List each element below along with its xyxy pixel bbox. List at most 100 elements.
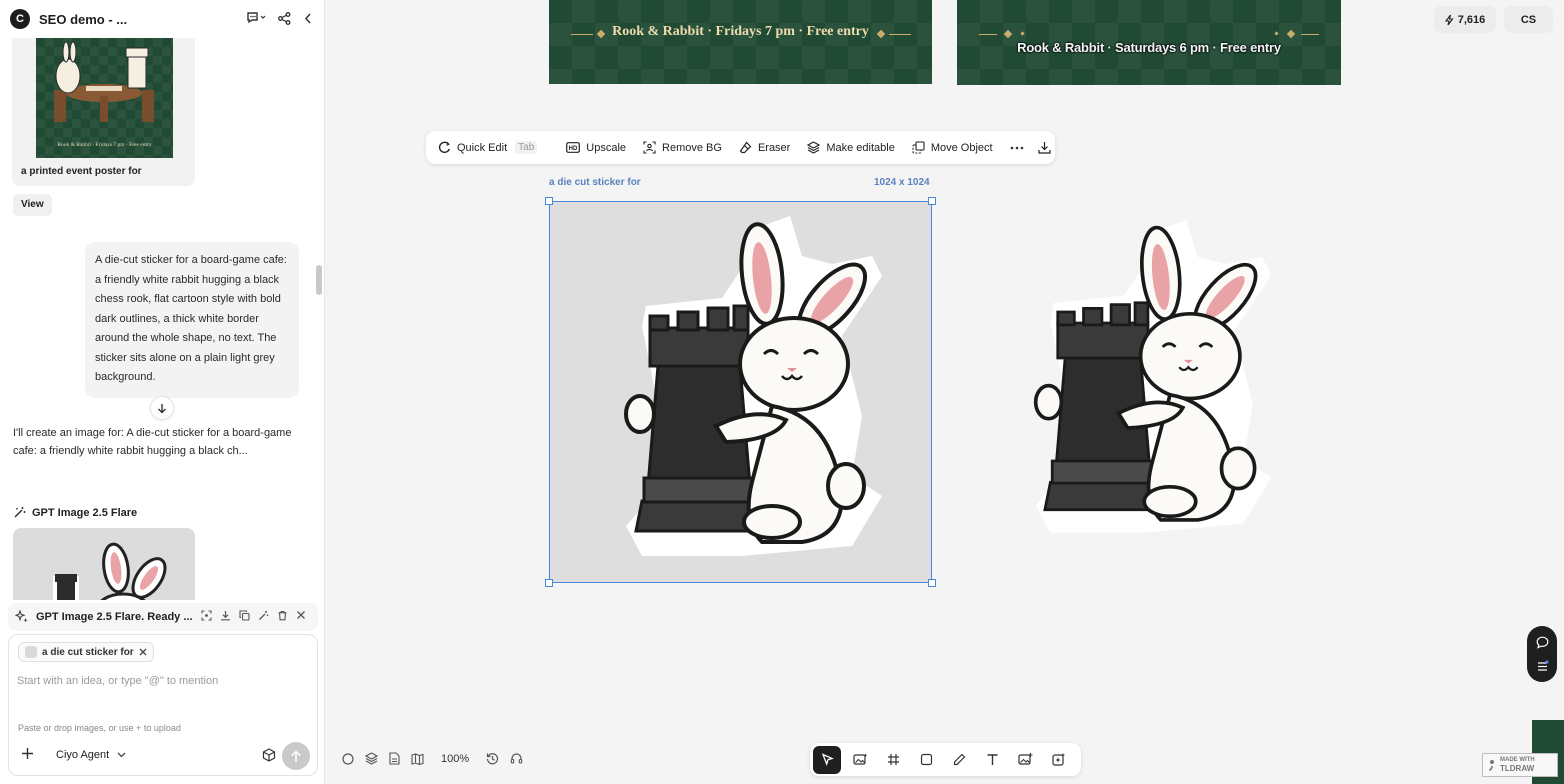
circle-icon[interactable] — [342, 752, 354, 765]
selected-sticker-image[interactable] — [545, 197, 936, 587]
design-canvas[interactable]: Rook & Rabbit · Fridays 7 pm · Free entr… — [326, 0, 1564, 784]
sparkles-icon — [15, 610, 28, 623]
poster-image-fridays[interactable]: Rook & Rabbit · Fridays 7 pm · Free entr… — [549, 0, 932, 84]
move-object-button[interactable]: Move Object — [912, 141, 993, 154]
image-add-icon — [1017, 753, 1032, 765]
layers-icon[interactable] — [365, 752, 378, 765]
prompt-composer: a die cut sticker for Paste or drop imag… — [8, 634, 318, 776]
user-avatar[interactable]: CS — [1504, 6, 1553, 33]
poster-caption: a printed event poster for — [21, 166, 142, 177]
image-generate-tool[interactable] — [846, 746, 874, 774]
download-icon[interactable] — [220, 610, 231, 621]
eraser-label: Eraser — [757, 141, 791, 154]
arrow-up-icon — [291, 749, 301, 762]
svg-text:HD: HD — [569, 146, 578, 152]
resize-handle-top-right[interactable] — [928, 197, 936, 205]
cutout-sticker-image[interactable] — [1026, 216, 1296, 566]
headset-icon[interactable] — [510, 752, 523, 765]
poster-image-saturdays[interactable]: Rook & Rabbit · Saturdays 6 pm · Free en… — [957, 0, 1341, 85]
copy-icon[interactable] — [239, 610, 250, 621]
close-icon[interactable] — [296, 610, 306, 620]
badge-line-2: TLDRAW — [1500, 764, 1535, 773]
magic-edit-icon[interactable] — [258, 610, 269, 621]
credits-badge[interactable]: 7,616 — [1434, 6, 1496, 33]
agent-selector[interactable]: Ciyo Agent — [56, 749, 126, 761]
sticker-result-thumbnail[interactable] — [13, 528, 195, 600]
model-cube-icon[interactable] — [262, 748, 276, 765]
text-tool[interactable] — [978, 746, 1006, 774]
view-button[interactable]: View — [13, 194, 52, 216]
focus-icon[interactable] — [201, 610, 212, 621]
sparkle-box-icon — [1051, 753, 1064, 766]
status-actions — [201, 610, 306, 621]
add-attachment-button[interactable] — [21, 747, 34, 764]
badge-line-1: MADE WITH — [1500, 757, 1535, 763]
prompt-input[interactable] — [17, 672, 307, 690]
poster-thumbnail[interactable]: Rook & Rabbit · Fridays 7 pm · Free entr… — [36, 38, 173, 158]
arrow-down-icon — [158, 403, 166, 413]
credits-count: 7,616 — [1457, 13, 1486, 26]
agent-label: Ciyo Agent — [56, 749, 110, 761]
resize-handle-bottom-left[interactable] — [545, 579, 553, 587]
status-text: GPT Image 2.5 Flare. Ready ... — [36, 611, 193, 623]
make-editable-button[interactable]: Make editable — [807, 141, 895, 154]
made-with-tldraw-badge[interactable]: MADE WITH TLDRAW — [1482, 753, 1558, 777]
hash-frame-icon — [887, 754, 899, 765]
make-editable-label: Make editable — [826, 141, 895, 154]
chat-history-icon[interactable] — [246, 11, 266, 25]
canvas-footer-controls: 100% — [342, 752, 523, 765]
header-actions — [246, 11, 313, 25]
chip-close-icon[interactable] — [139, 648, 147, 656]
project-title[interactable]: SEO demo - ... — [39, 12, 127, 27]
app-logo[interactable]: C — [10, 9, 30, 29]
drawing-toolbar — [810, 743, 1081, 776]
chat-bubble-icon[interactable] — [1536, 636, 1549, 649]
user-message: A die-cut sticker for a board-game cafe:… — [85, 242, 299, 398]
magic-insert-tool[interactable] — [1044, 746, 1072, 774]
layers-icon — [807, 141, 821, 154]
chat-scroll-area[interactable]: Rook & Rabbit · Fridays 7 pm · Free entr… — [0, 38, 312, 600]
rectangle-tool[interactable] — [912, 746, 940, 774]
hd-icon: HD — [566, 142, 581, 153]
mention-chip[interactable]: a die cut sticker for — [18, 642, 154, 662]
scroll-down-button[interactable] — [150, 396, 174, 420]
quick-edit-button[interactable]: Quick Edit Tab — [438, 141, 538, 154]
quick-edit-icon — [438, 141, 450, 153]
upscale-label: Upscale — [586, 141, 627, 154]
selection-caption: a die cut sticker for — [549, 177, 641, 188]
pencil-icon — [953, 753, 965, 766]
list-icon[interactable] — [1536, 660, 1549, 673]
more-options-button[interactable] — [1010, 146, 1024, 150]
chip-thumbnail — [25, 646, 37, 658]
plus-icon — [22, 748, 33, 759]
sidebar-header: C SEO demo - ... — [0, 0, 325, 38]
poster-thumbnail-text: Rook & Rabbit · Fridays 7 pm · Free entr… — [57, 142, 152, 148]
quick-edit-shortcut: Tab — [515, 141, 538, 154]
image-upload-tool[interactable] — [1011, 746, 1039, 774]
select-tool[interactable] — [813, 745, 841, 774]
magic-wand-icon — [14, 507, 26, 518]
page-icon[interactable] — [389, 752, 400, 765]
resize-handle-bottom-right[interactable] — [928, 579, 936, 587]
model-label: GPT Image 2.5 Flare — [13, 506, 137, 519]
history-icon[interactable] — [486, 752, 499, 765]
remove-bg-button[interactable]: Remove BG — [643, 141, 722, 154]
side-panel-toggle[interactable] — [1527, 626, 1557, 682]
map-icon[interactable] — [411, 752, 424, 765]
upscale-button[interactable]: HD Upscale — [566, 142, 626, 154]
trash-icon[interactable] — [277, 610, 288, 621]
resize-handle-top-left[interactable] — [545, 197, 553, 205]
image-sparkle-icon — [852, 753, 867, 765]
share-icon[interactable] — [278, 11, 291, 25]
eraser-button[interactable]: Eraser — [739, 141, 790, 154]
poster-fridays-text: Rook & Rabbit · Fridays 7 pm · Free entr… — [612, 24, 869, 39]
poster-result-card: Rook & Rabbit · Fridays 7 pm · Free entr… — [12, 38, 195, 186]
pencil-tool[interactable] — [945, 746, 973, 774]
sidebar-scrollbar[interactable] — [316, 265, 322, 295]
collapse-sidebar-icon[interactable] — [303, 12, 313, 25]
download-image-button[interactable] — [1037, 141, 1051, 154]
quick-edit-label: Quick Edit — [457, 141, 508, 154]
frame-tool[interactable] — [879, 746, 907, 774]
zoom-level[interactable]: 100% — [441, 753, 469, 765]
send-button[interactable] — [282, 742, 310, 770]
